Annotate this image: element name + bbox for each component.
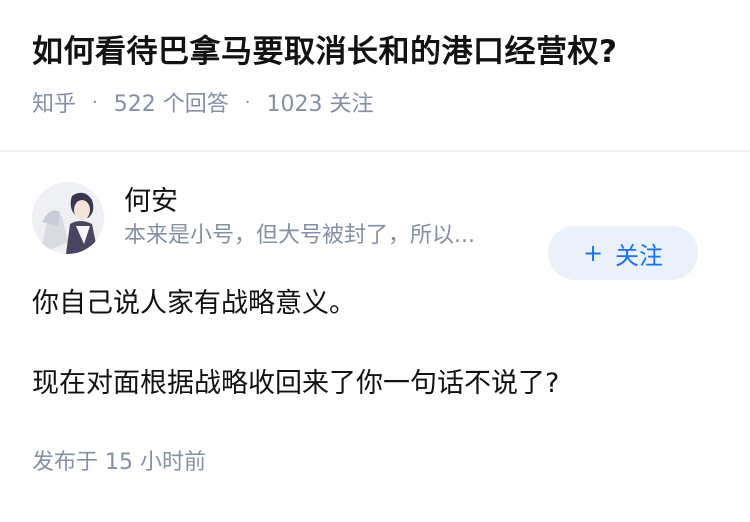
question-header: 如何看待巴拿马要取消长和的港口经营权? 知乎 · 522 个回答 · 1023 … xyxy=(0,0,750,120)
source-label[interactable]: 知乎 xyxy=(32,86,76,118)
meta-separator: · xyxy=(92,91,98,113)
meta-separator: · xyxy=(244,91,251,113)
plus-icon: + xyxy=(582,239,604,267)
answer-count[interactable]: 522 个回答 xyxy=(114,86,229,118)
avatar[interactable] xyxy=(32,182,104,254)
question-meta: 知乎 · 522 个回答 · 1023 关注 xyxy=(32,86,718,118)
author-name[interactable]: 何安 xyxy=(124,184,544,220)
avatar-illustration xyxy=(32,182,104,254)
answer-card: 何安 本来是小号，但大号被封了，所以... + 关注 你自己说人家有战略意义。 … xyxy=(0,182,750,476)
publish-time: 发布于 15 小时前 xyxy=(32,450,206,475)
author-info: 何安 本来是小号，但大号被封了，所以... xyxy=(124,184,544,252)
follower-count[interactable]: 1023 关注 xyxy=(266,86,373,118)
follow-button[interactable]: + 关注 xyxy=(548,226,698,280)
question-title[interactable]: 如何看待巴拿马要取消长和的港口经营权? xyxy=(32,30,718,74)
answer-paragraph: 你自己说人家有战略意义。 xyxy=(32,288,356,319)
section-divider xyxy=(0,150,750,152)
author-bio: 本来是小号，但大号被封了，所以... xyxy=(124,223,475,248)
follow-label: 关注 xyxy=(615,241,664,270)
answer-paragraph: 现在对面根据战略收回来了你一句话不说了? xyxy=(32,368,560,399)
answer-content[interactable]: 你自己说人家有战略意义。 现在对面根据战略收回来了你一句话不说了? xyxy=(32,284,718,404)
